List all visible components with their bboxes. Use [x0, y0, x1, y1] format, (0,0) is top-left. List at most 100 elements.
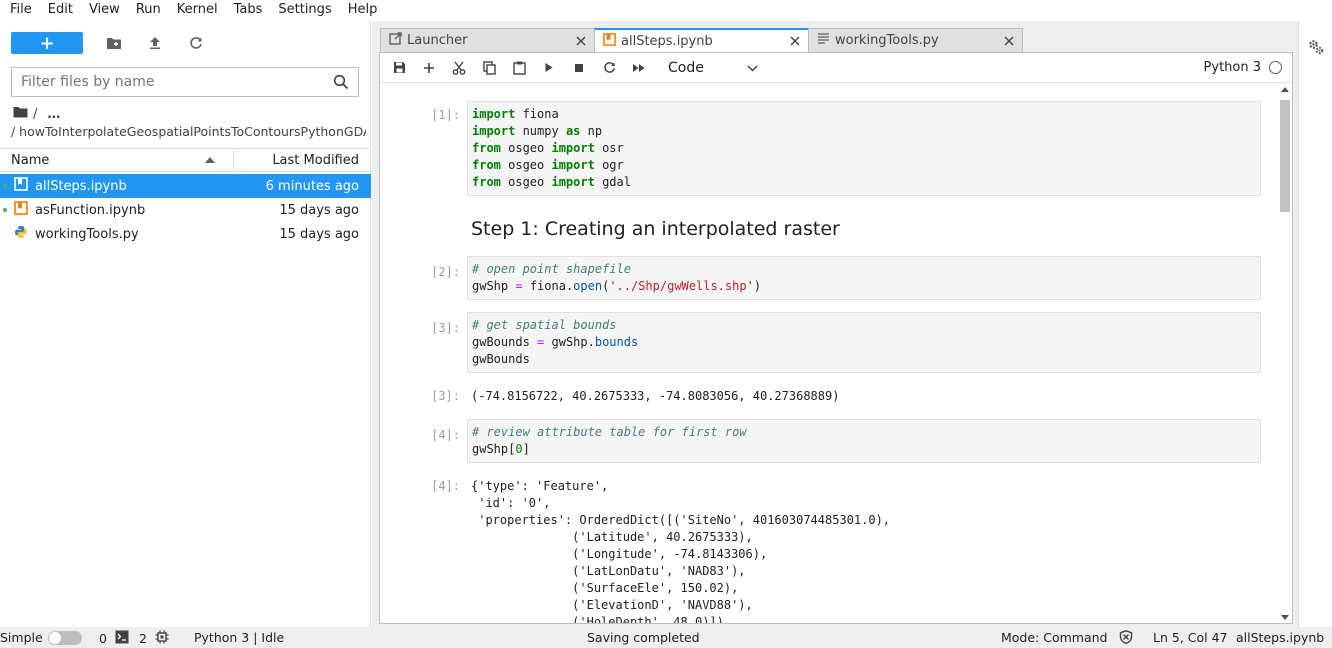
running-indicator — [3, 208, 7, 212]
tab-workingtools-py[interactable]: workingTools.py — [808, 28, 1023, 52]
close-icon[interactable] — [576, 32, 586, 50]
cell-type-dropdown[interactable]: Code — [668, 60, 758, 76]
terminals-status[interactable]: 0 2 — [99, 630, 169, 647]
paste-icon[interactable] — [508, 57, 530, 79]
code-cell[interactable]: # get spatial bounds gwBounds = gwShp.bo… — [467, 312, 1261, 373]
new-launcher-button[interactable]: + — [11, 32, 83, 54]
terminal-icon — [115, 630, 129, 647]
tab-label: Launcher — [407, 33, 468, 48]
menu-settings[interactable]: Settings — [270, 0, 339, 20]
python-file-icon — [14, 225, 28, 243]
menu-kernel[interactable]: Kernel — [169, 0, 226, 20]
file-list-item[interactable]: workingTools.py 15 days ago — [0, 222, 371, 246]
kernel-status[interactable]: Python 3 | Idle — [194, 630, 284, 645]
cell-prompt: [4]: — [431, 428, 460, 442]
kernel-indicator[interactable]: Python 3 — [1204, 60, 1282, 75]
close-icon[interactable] — [1004, 32, 1014, 50]
column-name-header[interactable]: Name — [0, 149, 234, 171]
breadcrumb-ellipsis[interactable]: … — [47, 107, 60, 122]
current-file-name: allSteps.ipynb — [1236, 630, 1325, 645]
launcher-icon — [389, 32, 402, 49]
file-list-item[interactable]: asFunction.ipynb 15 days ago — [0, 198, 371, 222]
scroll-thumb[interactable] — [1280, 100, 1290, 212]
stop-icon[interactable] — [568, 57, 590, 79]
toggle-switch[interactable] — [47, 630, 82, 645]
file-modified: 6 minutes ago — [265, 178, 359, 194]
add-cell-icon[interactable] — [418, 57, 440, 79]
menu-edit[interactable]: Edit — [40, 0, 81, 20]
trust-shield-icon[interactable] — [1119, 630, 1133, 644]
filter-files-input[interactable] — [21, 74, 331, 90]
tab-label: workingTools.py — [835, 33, 939, 48]
filter-files-field[interactable] — [11, 67, 359, 97]
sort-ascending-icon — [205, 157, 215, 163]
run-icon[interactable] — [538, 57, 560, 79]
file-modified: 15 days ago — [279, 202, 359, 218]
menu-tabs[interactable]: Tabs — [226, 0, 271, 20]
property-inspector-gear-icon[interactable] — [1307, 38, 1325, 60]
text-file-icon — [817, 32, 830, 49]
notebook-icon — [603, 32, 616, 50]
tab-bar: Launcher allSteps.ipynb workingTools.py — [380, 28, 1023, 52]
tab-launcher[interactable]: Launcher — [380, 28, 595, 52]
menu-view[interactable]: View — [81, 0, 128, 20]
code-cell[interactable]: # review attribute table for first row g… — [467, 419, 1261, 463]
kernel-idle-icon — [1269, 61, 1282, 74]
file-name: asFunction.ipynb — [35, 202, 146, 218]
running-indicator — [3, 184, 7, 188]
breadcrumb-root[interactable]: / — [33, 107, 37, 122]
status-bar: Simple 0 2 Python 3 | Idle Saving comple… — [0, 627, 1332, 648]
menu-run[interactable]: Run — [128, 0, 169, 20]
save-icon[interactable] — [388, 57, 410, 79]
chevron-down-icon — [747, 60, 758, 76]
code-comment: # review attribute table for first row — [472, 425, 747, 439]
file-list-item[interactable]: allSteps.ipynb 6 minutes ago — [0, 174, 371, 198]
notebook-icon — [14, 201, 28, 219]
column-last-modified-header[interactable]: Last Modified — [234, 153, 371, 168]
cursor-position[interactable]: Ln 5, Col 47 — [1153, 630, 1228, 645]
main-dock-area: Launcher allSteps.ipynb workingTools.py — [372, 21, 1298, 627]
menu-help[interactable]: Help — [340, 0, 386, 20]
code-cell[interactable]: # open point shapefile gwShp = fiona.ope… — [467, 256, 1261, 300]
file-browser: + / … / howToInterpolateGeospatialPoints… — [0, 21, 371, 627]
tab-allsteps-ipynb[interactable]: allSteps.ipynb — [594, 28, 809, 52]
output-prompt: [3]: — [431, 389, 460, 403]
cell-prompt: [1]: — [431, 108, 460, 122]
markdown-heading[interactable]: Step 1: Creating an interpolated raster — [471, 218, 840, 240]
notebook-cells: [1]: import fiona import numpy as np fro… — [380, 84, 1292, 623]
code-comment: # open point shapefile — [472, 262, 631, 276]
upload-icon[interactable] — [145, 33, 165, 53]
simple-mode-toggle[interactable]: Simple — [0, 630, 82, 645]
right-sidebar — [1298, 21, 1332, 627]
notebook-icon — [14, 177, 28, 195]
restart-kernel-icon[interactable] — [598, 57, 620, 79]
save-status: Saving completed — [587, 630, 700, 645]
notebook-scrollbar[interactable] — [1278, 84, 1292, 623]
breadcrumb-path[interactable]: / howToInterpolateGeospatialPointsToCont… — [11, 124, 366, 139]
file-name: allSteps.ipynb — [35, 178, 127, 194]
new-folder-icon[interactable] — [104, 33, 124, 53]
cell-prompt: [3]: — [431, 321, 460, 335]
breadcrumb: / … — [13, 106, 60, 122]
close-icon[interactable] — [790, 32, 800, 50]
file-list-header: Name Last Modified — [0, 148, 371, 172]
cut-icon[interactable] — [448, 57, 470, 79]
scroll-down-icon[interactable] — [1281, 615, 1289, 620]
cell-output: {'type': 'Feature', 'id': '0', 'properti… — [471, 479, 891, 623]
menu-bar: File Edit View Run Kernel Tabs Settings Help — [0, 0, 1332, 20]
scroll-up-icon[interactable] — [1281, 87, 1289, 92]
kernel-chip-icon — [155, 630, 169, 647]
notebook-toolbar: Code Python 3 — [380, 53, 1292, 83]
folder-icon[interactable] — [13, 106, 28, 122]
output-prompt: [4]: — [431, 479, 460, 493]
file-name: workingTools.py — [35, 226, 139, 242]
refresh-icon[interactable] — [186, 33, 206, 53]
restart-run-all-icon[interactable] — [628, 57, 650, 79]
file-browser-toolbar: + — [11, 32, 206, 54]
search-icon — [333, 74, 349, 94]
menu-file[interactable]: File — [2, 0, 40, 20]
mode-status: Mode: Command — [1001, 630, 1108, 645]
copy-icon[interactable] — [478, 57, 500, 79]
code-cell[interactable]: import fiona import numpy as np from osg… — [467, 101, 1261, 196]
notebook-panel: Code Python 3 [1]: import fiona import n… — [379, 52, 1293, 624]
